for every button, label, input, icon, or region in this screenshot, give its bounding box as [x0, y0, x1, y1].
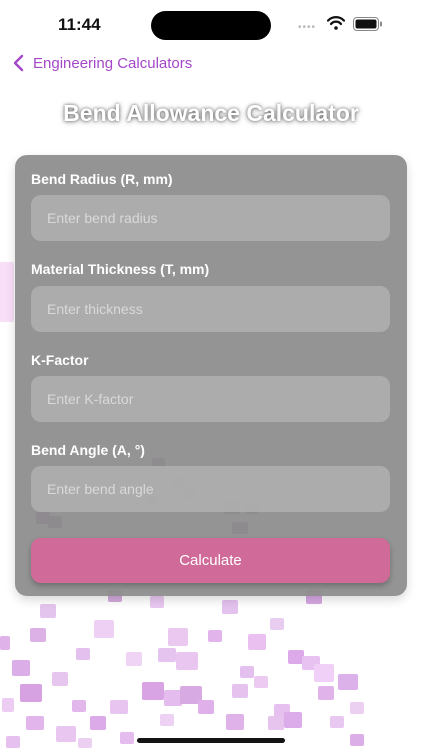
back-button[interactable]: Engineering Calculators [12, 52, 192, 74]
status-bar: 11:44 •••• [0, 0, 422, 50]
k-factor-label: K-Factor [31, 352, 89, 368]
bend-angle-label: Bend Angle (A, °) [31, 442, 145, 458]
bend-radius-label: Bend Radius (R, mm) [31, 171, 173, 187]
k-factor-input[interactable] [31, 376, 390, 422]
signal-dots-icon: •••• [298, 22, 317, 33]
material-thickness-input[interactable] [31, 286, 390, 332]
wifi-icon [327, 16, 345, 30]
material-thickness-label: Material Thickness (T, mm) [31, 261, 210, 277]
battery-icon [353, 17, 382, 31]
bend-angle-input[interactable] [31, 466, 390, 512]
dynamic-island [151, 11, 271, 40]
bend-radius-input[interactable] [31, 195, 390, 241]
back-button-label: Engineering Calculators [33, 54, 193, 72]
page-title: Bend Allowance Calculator [63, 100, 359, 126]
calculate-button[interactable]: Calculate [31, 538, 390, 583]
calculator-form-card: Bend Radius (R, mm) Material Thickness (… [15, 155, 407, 596]
home-indicator [137, 738, 285, 743]
status-time: 11:44 [58, 15, 101, 34]
chevron-left-icon [13, 54, 24, 72]
